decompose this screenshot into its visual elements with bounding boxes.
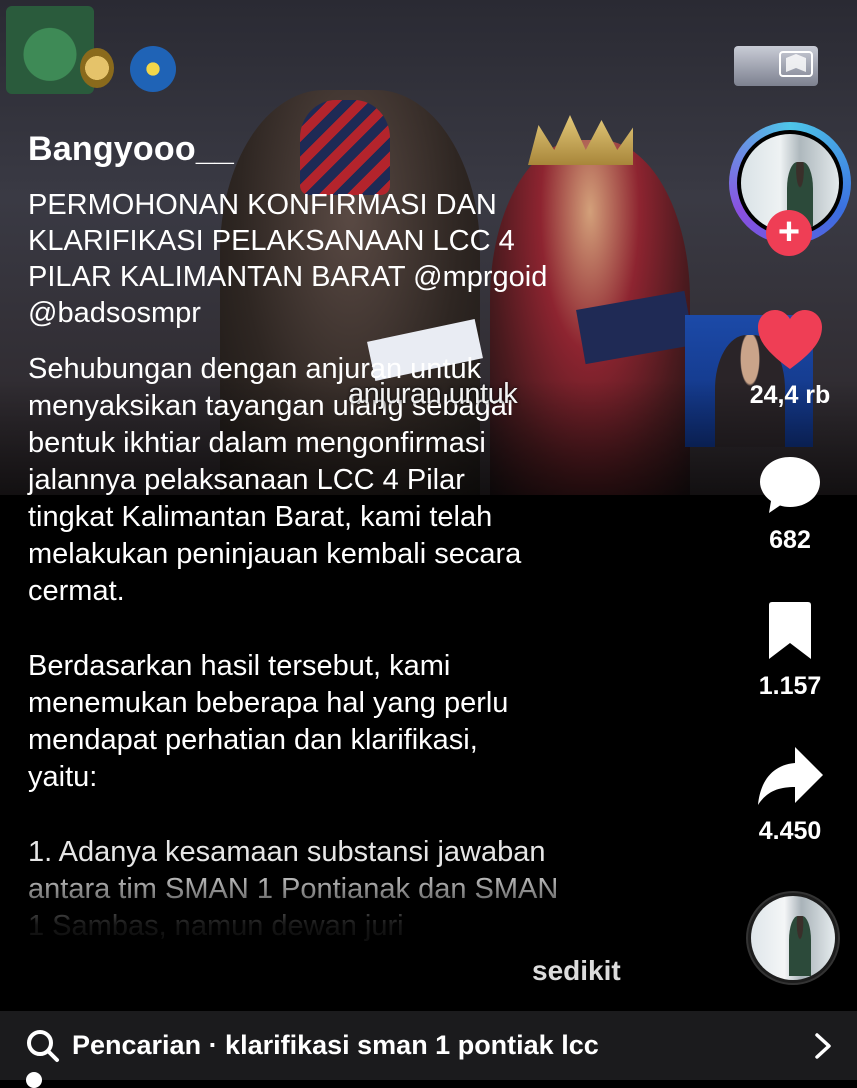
caption-paragraph-2: Berdasarkan hasil tersebut, kami menemuk… <box>28 650 509 793</box>
chevron-right-icon <box>815 1033 831 1059</box>
share-count: 4.450 <box>758 817 822 845</box>
heart-icon <box>758 310 822 369</box>
like-count: 24,4 rb <box>749 381 831 409</box>
plus-icon: + <box>777 211 801 253</box>
bookmark-icon <box>769 602 811 659</box>
video-subtitle: anjuran untuk <box>348 378 518 410</box>
sound-disc-image <box>751 896 835 980</box>
caption-viewport: Bangyooo__ PERMOHONAN KONFIRMASI DAN KLA… <box>0 0 700 950</box>
comment-button[interactable]: 682 <box>740 450 840 555</box>
indicator-dot <box>26 1072 42 1088</box>
caption-title: PERMOHONAN KONFIRMASI DAN KLARIFIKASI PE… <box>28 189 548 329</box>
related-search-bar[interactable]: Pencarian · klarifikasi sman 1 pontiak l… <box>0 1011 857 1080</box>
comment-count: 682 <box>769 526 811 554</box>
like-button[interactable]: 24,4 rb <box>740 305 840 410</box>
bookmark-count: 1.157 <box>758 672 822 700</box>
share-button[interactable]: 4.450 <box>740 741 840 846</box>
caption-fade <box>0 865 700 950</box>
follow-button[interactable]: + <box>766 210 812 256</box>
caption-paragraph-1: Sehubungan dengan anjuran untuk menyaksi… <box>28 353 522 607</box>
search-icon <box>27 1029 59 1062</box>
comment-icon <box>760 457 820 513</box>
bookmark-button[interactable]: 1.157 <box>740 596 840 701</box>
caption: Bangyooo__ PERMOHONAN KONFIRMASI DAN KLA… <box>28 130 648 945</box>
username[interactable]: Bangyooo__ <box>28 130 648 169</box>
share-icon <box>758 747 823 805</box>
flag-icon <box>779 51 813 77</box>
sound-disc[interactable] <box>746 891 840 985</box>
search-query-text: Pencarian · klarifikasi sman 1 pontiak l… <box>72 1030 599 1060</box>
show-less-button[interactable]: sedikit <box>532 955 621 987</box>
